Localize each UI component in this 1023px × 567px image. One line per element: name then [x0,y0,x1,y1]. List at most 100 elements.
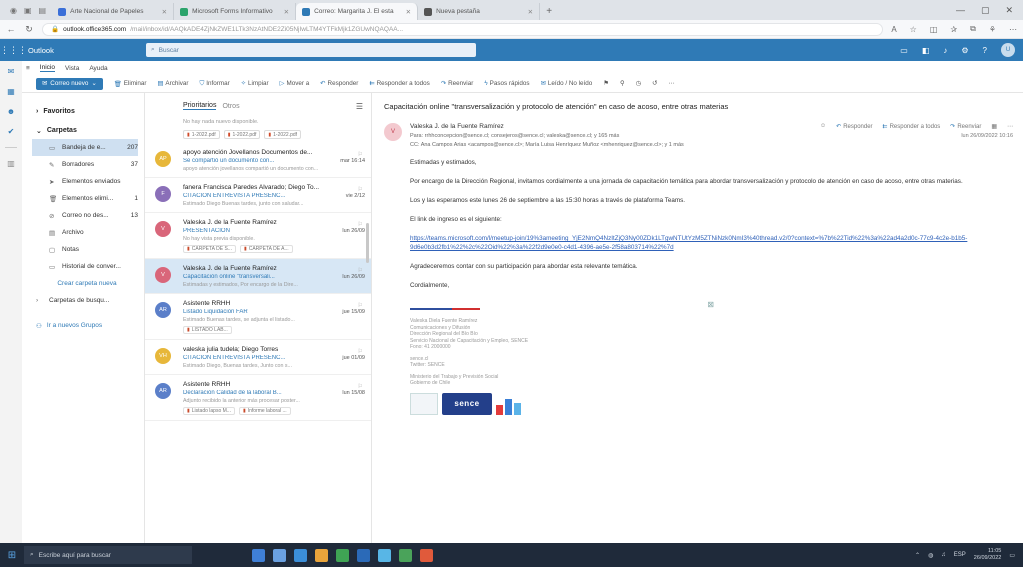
folder-item[interactable]: 🗑 Elementos elimi... 1 [36,190,138,207]
report-button[interactable]: ⛉ Informar [200,80,230,88]
reply-action[interactable]: ↶ Responder [836,123,872,131]
move-button[interactable]: ▷ Mover a [280,80,310,87]
teams-meeting-link[interactable]: https://teams.microsoft.com/l/meetup-joi… [410,235,967,251]
taskbar-app-icon[interactable] [273,548,286,562]
folder-item[interactable]: ⊘ Correo no des... 13 [36,207,138,224]
taskbar-app-icon[interactable] [357,548,370,562]
close-tab-icon[interactable]: ✕ [162,8,167,16]
message-attachment-chip[interactable]: ▮ Informe laboral ... [238,407,291,415]
sender-name[interactable]: Valeska J. de la Fuente Ramírez [410,123,504,130]
url-field[interactable]: 🔒 outlook.office365.com /mail/inbox/id/A… [42,22,884,36]
browser-tab[interactable]: Nueva pestaña ✕ [418,3,541,20]
read-aloud-icon[interactable]: A [891,25,896,34]
message-attachment-chip[interactable]: ▮ CARPETA DE S... [183,245,236,253]
more-icon[interactable]: ⋯ [1009,25,1017,34]
reply-button[interactable]: ↶ Responder [320,80,358,87]
attachment-chip[interactable]: ▮ 1-2022.pdf [264,130,302,139]
sweep-button[interactable]: ✧ Limpiar [241,80,269,87]
forward-button[interactable]: ↷ Reenviar [441,80,473,87]
mail-icon[interactable]: ✉ [8,67,15,76]
close-window-icon[interactable]: ✕ [1005,5,1013,16]
close-tab-icon[interactable]: ✕ [406,8,411,16]
taskbar-app-icon[interactable] [315,548,328,562]
taskbar-app-icon[interactable] [378,548,391,562]
undo-icon[interactable]: ↺ [652,80,657,87]
message-attachment-chip[interactable]: ▮ Listado lapso M... [183,407,235,415]
recipients-to[interactable]: Para: rrhhconcepcion@sence.cl; consejero… [410,133,619,139]
more-apps-icon[interactable]: ▥ [7,159,15,168]
message-item[interactable]: V Valeska J. de la Fuente Ramírez PRESENTA… [145,213,371,259]
calendar-icon[interactable]: ▦ [7,87,15,96]
browser-tab[interactable]: Arte Nacional de Papeles ✕ [52,3,175,20]
folder-item[interactable]: ▭ Historial de conver... [36,258,138,275]
folder-search-folders[interactable]: › Carpetas de busqu... [36,292,138,309]
tab-vista[interactable]: Vista [65,65,79,72]
folder-item[interactable]: ✎ Borradores 37 [36,156,138,173]
message-item[interactable]: AR Asistente RRHH Declaración Calidad de l… [145,375,371,421]
taskbar-app-icon[interactable] [420,548,433,562]
minimize-icon[interactable]: — [956,5,965,15]
extensions-icon[interactable]: ⚘ [989,25,996,34]
profile-icon[interactable]: ◉ [10,6,17,15]
workspaces-icon[interactable]: ▣ [24,6,32,15]
flag-icon[interactable]: ⚐ [358,383,363,390]
browser-tab[interactable]: Microsoft Forms Informativo ✕ [174,3,297,20]
new-group-link[interactable]: ⚇ Ir a nuevos Grupos [36,317,138,334]
tab-focused[interactable]: Prioritarios [183,102,217,110]
volume-icon[interactable]: ♫ [941,552,946,558]
browser-tab[interactable]: Correo: Margarita J. El esta ✕ [296,3,419,20]
message-attachment-chip[interactable]: ▮ CARPETA DE A... [239,245,293,253]
bell-icon[interactable]: ♪ [943,46,947,55]
favorite-star-icon[interactable]: ☆ [910,25,917,34]
more-actions-icon[interactable]: ⋯ [1007,123,1013,130]
flag-icon[interactable]: ⚐ [358,221,363,228]
sender-avatar[interactable]: V [384,123,402,141]
tab-inicio[interactable]: Inicio [39,64,55,72]
read-unread-button[interactable]: ✉ Leído / No leído [541,80,593,87]
refresh-icon[interactable]: ↻ [24,24,34,35]
message-attachment-chip[interactable]: ▮ LISTADO LAB... [183,326,232,334]
reply-all-button[interactable]: ⇇ Responder a todos [369,80,430,87]
taskbar-search[interactable]: ⌕ Escribe aquí para buscar [24,546,192,564]
filter-icon[interactable]: ☰ [356,102,363,111]
windows-start-icon[interactable]: ⊞ [0,550,24,561]
network-icon[interactable]: ◍ [928,552,933,559]
folder-item[interactable]: ▢ Notas [36,241,138,258]
collections-icon[interactable]: ⧉ [970,24,976,34]
close-tab-icon[interactable]: ✕ [528,8,533,16]
folder-item[interactable]: ▭ Bandeja de e... 207 [32,139,138,156]
taskbar-app-icon[interactable] [399,548,412,562]
recipients-cc[interactable]: CC: Ana Campos Arias <acampos@sence.cl>;… [410,142,1013,148]
message-item[interactable]: AP apoyo atención Jovellanos Documentos d… [145,143,371,178]
flag-icon[interactable]: ⚐ [358,302,363,309]
teams-share-icon[interactable]: ▦ [991,123,997,130]
meet-now-icon[interactable]: ▭ [900,46,908,55]
scrollbar-thumb[interactable] [366,223,369,263]
maximize-icon[interactable]: ▢ [981,5,990,16]
quick-steps-button[interactable]: ϟ Pasos rápidos [484,80,529,87]
flag-icon[interactable]: ⚐ [358,348,363,355]
teams-icon[interactable]: ◧ [922,46,930,55]
notifications-icon[interactable]: ▭ [1009,552,1015,559]
message-item[interactable]: AR Asistente RRHH Listado Liquidación FAR j… [145,294,371,340]
attachment-chip[interactable]: ▮ 1-2022.pdf [183,130,220,139]
app-brand[interactable]: Outlook [22,46,146,55]
language-icon[interactable]: ESP [954,552,966,558]
delete-button[interactable]: 🗑 Eliminar [114,80,147,88]
new-tab-button[interactable]: + [540,3,558,20]
settings-icon[interactable]: ⚙ [961,46,968,55]
favorites-header[interactable]: › Favoritos [36,103,138,120]
todo-icon[interactable]: ✔ [8,127,15,136]
emoji-icon[interactable]: ☺ [820,123,826,130]
tag-icon[interactable]: ⚑ [603,80,609,87]
message-item[interactable]: Ffanera Francisca Paredes Alvarado; Dieg… [145,178,371,213]
forward-action[interactable]: ↷ Reenviar [950,123,981,131]
pin-icon[interactable]: ⚲ [620,80,625,87]
help-icon[interactable]: ? [983,46,987,55]
app-launcher-icon[interactable]: ⋮⋮⋮ [0,45,27,56]
attachment-chip[interactable]: ▮ 1-2022.pdf [223,130,261,139]
folder-item[interactable]: ➤ Elementos enviados [36,173,138,190]
people-icon[interactable]: ☻ [7,107,15,116]
new-mail-button[interactable]: ✉ Correo nuevo ⌄ [36,77,103,90]
ribbon-more-icon[interactable]: ⋯ [668,80,674,87]
